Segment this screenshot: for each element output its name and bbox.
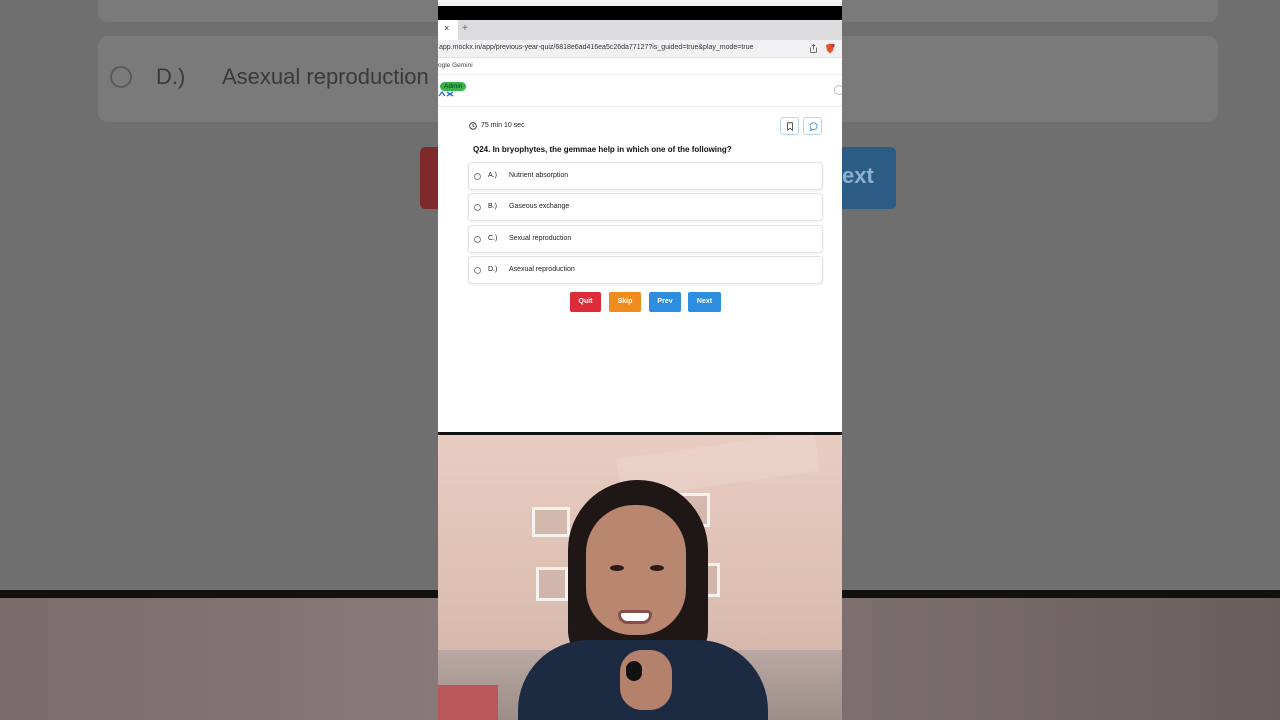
- radio-icon[interactable]: [474, 235, 481, 243]
- option-d[interactable]: D.) Asexual reproduction: [468, 256, 823, 285]
- close-icon[interactable]: ×: [444, 23, 449, 33]
- brave-shield-icon[interactable]: [825, 43, 835, 54]
- bookmarks-bar: ogle Gemini: [438, 59, 842, 75]
- browser-tab[interactable]: ×: [438, 20, 458, 40]
- person-hand: [620, 650, 672, 710]
- new-tab-icon[interactable]: +: [462, 23, 468, 34]
- person-mouth: [618, 610, 652, 624]
- black-bar: [438, 6, 842, 20]
- radio-icon[interactable]: [474, 267, 481, 275]
- option-text: Nutrient absorption: [509, 172, 569, 179]
- logo-icon: [438, 91, 454, 97]
- address-bar[interactable]: app.mockx.in/app/previous-year-quiz/6818…: [438, 40, 842, 58]
- admin-badge: Admin: [440, 82, 467, 91]
- video-frame: D.) Asexual reproduction ext × + app.moc…: [0, 0, 1280, 720]
- question-text: Q24. In bryophytes, the gemmae help in w…: [473, 145, 732, 154]
- option-text: Asexual reproduction: [509, 266, 575, 274]
- option-a[interactable]: A.) Nutrient absorption: [468, 162, 823, 190]
- wall-shelf: [532, 507, 570, 537]
- bg-option-text: Asexual reproduction: [222, 64, 429, 89]
- clock-icon: [469, 122, 477, 130]
- url-text[interactable]: app.mockx.in/app/previous-year-quiz/6818…: [439, 44, 753, 51]
- option-text: Sexual reproduction: [509, 234, 572, 242]
- option-letter: C.): [488, 234, 498, 242]
- bookmark-icon: [787, 122, 793, 131]
- quit-button[interactable]: Quit: [570, 292, 601, 312]
- app-header: Admin: [438, 76, 842, 107]
- next-button[interactable]: Next: [688, 292, 721, 312]
- timer-text: 75 min 10 sec: [481, 122, 525, 129]
- bg-option-letter: D.): [156, 64, 186, 89]
- wall-shelf: [536, 567, 568, 601]
- bg-next-label: ext: [842, 163, 874, 188]
- bookmark-question-button[interactable]: [780, 117, 799, 135]
- chat-button[interactable]: [803, 117, 822, 135]
- radio-icon[interactable]: [474, 173, 481, 180]
- screen-recording: × + app.mockx.in/app/previous-year-quiz/…: [438, 0, 842, 720]
- option-c[interactable]: C.) Sexual reproduction: [468, 224, 823, 253]
- option-letter: D.): [488, 266, 498, 274]
- webcam-video: [438, 435, 842, 720]
- tab-strip: × +: [438, 20, 842, 40]
- prev-button[interactable]: Prev: [649, 292, 681, 312]
- person-eye: [610, 565, 624, 571]
- options-list: A.) Nutrient absorption B.) Gaseous exch…: [468, 162, 823, 288]
- option-b[interactable]: B.) Gaseous exchange: [468, 193, 823, 222]
- bg-radio-icon: [110, 66, 132, 88]
- radio-icon[interactable]: [474, 204, 481, 212]
- option-text: Gaseous exchange: [509, 203, 570, 211]
- person-eye: [650, 565, 664, 571]
- option-letter: A.): [488, 172, 497, 179]
- chat-icon: [809, 122, 818, 131]
- profile-icon[interactable]: [834, 85, 842, 95]
- bg-next-button: ext: [836, 147, 896, 209]
- microphone-icon: [626, 661, 642, 681]
- bookmark-gemini[interactable]: ogle Gemini: [438, 62, 473, 69]
- share-icon[interactable]: [810, 44, 817, 53]
- red-cushion: [438, 685, 498, 720]
- skip-button[interactable]: Skip: [609, 292, 641, 312]
- option-letter: B.): [488, 203, 497, 211]
